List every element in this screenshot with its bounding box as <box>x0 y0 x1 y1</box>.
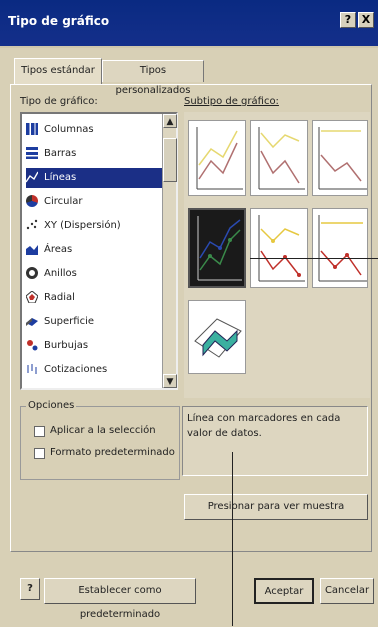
cancel-button[interactable]: Cancelar <box>320 578 374 604</box>
default-format-checkbox[interactable] <box>34 448 45 459</box>
subtype-grid <box>184 112 370 398</box>
item-label: Cotizaciones <box>44 364 108 375</box>
column-chart-icon <box>26 123 38 135</box>
tab-standard-types[interactable]: Tipos estándar <box>14 58 102 84</box>
bar-chart-icon <box>26 147 38 159</box>
list-item-cotizaciones[interactable]: Cotizaciones <box>26 360 168 380</box>
callout-line-horizontal <box>250 258 378 259</box>
item-label: Superficie <box>44 316 95 327</box>
accept-button[interactable]: Aceptar <box>254 578 314 604</box>
list-item-circular[interactable]: Circular <box>26 192 168 212</box>
list-item-areas[interactable]: Áreas <box>26 240 168 260</box>
surface-chart-icon <box>26 315 38 327</box>
list-item-barras[interactable]: Barras <box>26 144 168 164</box>
list-item-anillos[interactable]: Anillos <box>26 264 168 284</box>
chart-type-label: Tipo de gráfico: <box>20 96 98 107</box>
subtype-3d-line[interactable] <box>188 300 246 374</box>
stock-chart-icon <box>26 363 38 375</box>
subtype-stacked-line-markers[interactable] <box>250 208 308 288</box>
options-group <box>20 406 180 480</box>
options-label: Opciones <box>26 400 77 411</box>
list-item-superficie[interactable]: Superficie <box>26 312 168 332</box>
pie-chart-icon <box>26 195 38 207</box>
window-title: Tipo de gráfico <box>8 14 110 28</box>
subtype-100-stacked-line[interactable] <box>312 120 368 196</box>
list-item-radial[interactable]: Radial <box>25 288 168 308</box>
chart-type-list[interactable]: Columnas Barras Líneas Circular XY (Disp… <box>20 112 178 390</box>
scroll-up-icon[interactable]: ▲ <box>163 114 177 128</box>
item-label: Barras <box>44 148 77 159</box>
scroll-down-icon[interactable]: ▼ <box>163 374 177 388</box>
default-format-label: Formato predeterminado <box>50 447 175 458</box>
help-icon[interactable]: ? <box>20 578 40 600</box>
bubble-chart-icon <box>26 339 38 351</box>
line-chart-icon <box>25 171 39 183</box>
item-label: Áreas <box>44 244 73 255</box>
title-bar: Tipo de gráfico ? X <box>0 0 378 48</box>
item-label: Radial <box>44 292 75 303</box>
subtype-label: Subtipo de gráfico: <box>184 96 279 107</box>
list-item-lineas[interactable]: Líneas <box>25 168 168 188</box>
item-label: Circular <box>44 196 83 207</box>
radar-chart-icon <box>25 290 39 304</box>
scatter-chart-icon <box>26 219 38 231</box>
tab-custom-types[interactable]: Tipos personalizados <box>102 60 204 96</box>
preview-button[interactable]: Presionar para ver muestra <box>184 494 368 520</box>
area-chart-icon <box>26 243 38 255</box>
subtype-line[interactable] <box>188 120 246 196</box>
item-label: Anillos <box>44 268 77 279</box>
subtype-line-markers[interactable] <box>188 208 246 288</box>
help-button[interactable]: ? <box>340 12 356 28</box>
apply-selection-label: Aplicar a la selección <box>50 425 156 436</box>
subtype-description: Línea con marcadores en cada valor de da… <box>182 406 368 476</box>
subtype-stacked-line[interactable] <box>250 120 308 196</box>
subtype-100-stacked-line-markers[interactable] <box>312 208 368 288</box>
doughnut-chart-icon <box>26 267 38 279</box>
item-label: Burbujas <box>44 340 89 351</box>
list-item-xy[interactable]: XY (Dispersión) <box>26 216 168 236</box>
set-default-button[interactable]: Establecer como predeterminado <box>44 578 196 620</box>
close-button[interactable]: X <box>358 12 374 28</box>
scroll-thumb[interactable] <box>163 138 177 182</box>
apply-selection-checkbox[interactable] <box>34 426 45 437</box>
item-label: Líneas <box>44 172 77 183</box>
item-label: XY (Dispersión) <box>44 220 121 231</box>
list-item-burbujas[interactable]: Burbujas <box>26 336 168 356</box>
item-label: Columnas <box>44 124 94 135</box>
list-item-columnas[interactable]: Columnas <box>26 120 168 140</box>
list-scrollbar[interactable]: ▲ ▼ <box>162 114 177 388</box>
callout-line-vertical <box>232 452 233 626</box>
